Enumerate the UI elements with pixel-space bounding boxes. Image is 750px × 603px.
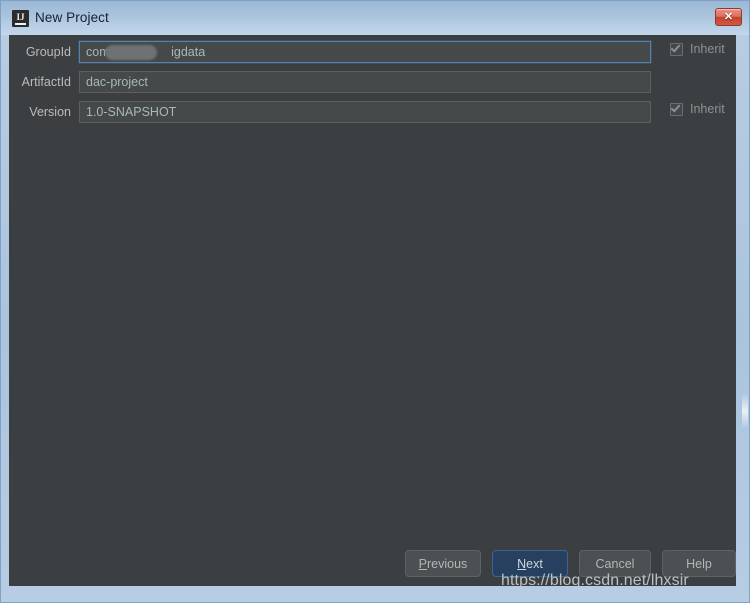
groupid-label: GroupId [25,45,71,59]
version-input[interactable]: 1.0-SNAPSHOT [79,101,651,123]
groupid-inherit-group[interactable]: Inherit [670,41,725,56]
form-row-artifactid: ArtifactId dac-project [9,71,651,93]
checkmark-icon [670,101,681,113]
artifactid-input[interactable]: dac-project [79,71,651,93]
next-mnemonic: N [517,556,527,571]
close-icon: ✕ [723,10,734,23]
cancel-label: Cancel [595,556,635,571]
app-icon-letters: IJ [16,11,25,22]
close-button[interactable]: ✕ [715,8,742,26]
cancel-button[interactable]: Cancel [579,550,651,577]
help-label: Help [686,556,712,571]
artifactid-label: ArtifactId [21,75,71,89]
next-button[interactable]: Next [492,550,568,577]
dialog-title: New Project [35,10,109,25]
groupid-inherit-label: Inherit [690,42,725,56]
artifactid-value: dac-project [86,75,148,89]
version-value: 1.0-SNAPSHOT [86,105,177,119]
next-label-rest: ext [526,556,543,571]
previous-mnemonic: P [418,556,428,571]
version-inherit-group[interactable]: Inherit [670,101,725,116]
version-inherit-checkbox[interactable] [670,101,683,116]
version-inherit-label: Inherit [690,102,725,116]
form-row-version: Version 1.0-SNAPSHOT [9,101,651,123]
dialog-button-bar: Previous Next Cancel Help [9,550,736,580]
new-project-dialog: IJ New Project ✕ GroupId com. igdata Inhe… [0,0,750,603]
app-icon-underline [15,22,26,25]
version-label: Version [29,105,71,119]
groupid-inherit-checkbox[interactable] [670,41,683,56]
dialog-titlebar[interactable]: IJ New Project ✕ [1,1,749,35]
intellij-idea-icon: IJ [12,10,29,27]
previous-label-rest: revious [427,556,468,571]
window-resize-grip[interactable] [742,393,748,429]
groupid-input[interactable]: com. igdata [79,41,651,63]
checkmark-icon [670,41,681,53]
groupid-value: com. igdata [86,45,206,59]
form-row-groupid: GroupId com. igdata [9,41,651,63]
previous-button[interactable]: Previous [405,550,481,577]
dialog-content-panel: GroupId com. igdata Inherit ArtifactId da… [9,35,736,586]
help-button[interactable]: Help [662,550,736,577]
